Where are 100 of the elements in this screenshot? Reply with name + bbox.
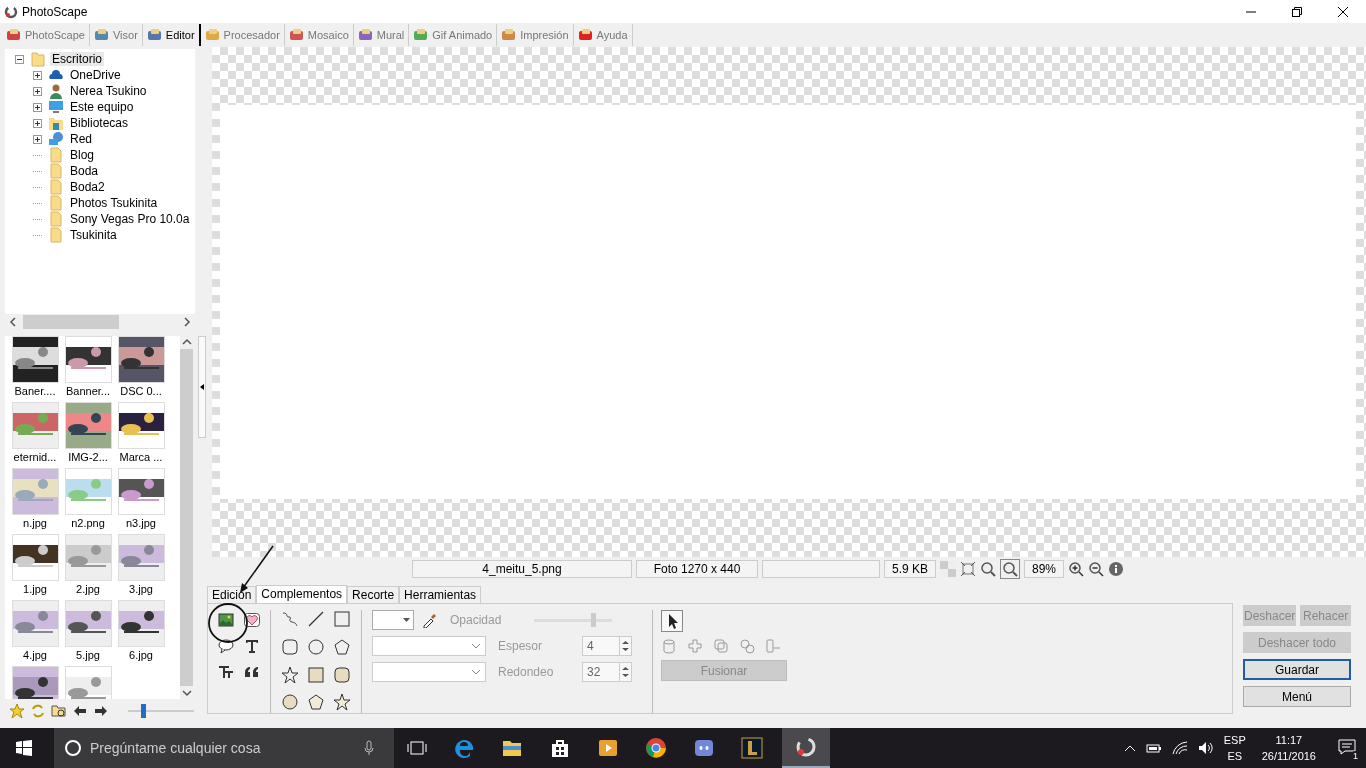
thumbnail[interactable] xyxy=(64,534,112,581)
zoom-fit-icon[interactable] xyxy=(1000,559,1020,579)
speaker-icon[interactable] xyxy=(1197,741,1214,755)
app-tab[interactable]: Ayuda xyxy=(573,24,633,46)
tree-item[interactable]: Escritorio xyxy=(50,52,104,66)
zoom-in-icon[interactable] xyxy=(1068,561,1084,577)
circle-icon[interactable] xyxy=(307,637,325,656)
app-tab[interactable]: Gif Animado xyxy=(409,24,498,46)
speech-bubble-icon[interactable] xyxy=(218,638,234,654)
task-view-icon[interactable] xyxy=(407,740,427,756)
taskbar-app-button[interactable] xyxy=(782,728,830,768)
thumbnail[interactable] xyxy=(117,534,165,581)
clock-date[interactable]: 26/11/2016 xyxy=(1261,748,1316,764)
star-icon[interactable] xyxy=(333,693,351,712)
filled-rectangle-icon[interactable] xyxy=(307,665,325,684)
expand-icon[interactable] xyxy=(33,86,42,96)
slider-thumb[interactable] xyxy=(141,704,147,718)
rectangle-icon[interactable] xyxy=(333,610,351,628)
app-tab[interactable]: Editor xyxy=(142,24,201,46)
pointer-icon[interactable] xyxy=(661,610,683,632)
action-button[interactable]: Guardar xyxy=(1243,659,1351,680)
microphone-icon[interactable] xyxy=(364,740,374,756)
tree-item[interactable]: Photos Tsukinita xyxy=(68,196,160,210)
search-icon[interactable] xyxy=(64,739,82,757)
maximize-icon[interactable] xyxy=(1291,5,1303,18)
tool-tab[interactable]: Complementos xyxy=(256,585,348,603)
windows-start-icon[interactable] xyxy=(16,740,32,756)
scroll-right-icon[interactable] xyxy=(183,316,191,327)
tree-item[interactable]: Este equipo xyxy=(68,100,136,114)
close-icon[interactable] xyxy=(1337,5,1349,18)
app-tab[interactable]: Mosaico xyxy=(284,24,354,46)
app-tab[interactable]: PhotoScape xyxy=(2,24,90,46)
thumbnail[interactable] xyxy=(117,468,165,515)
expand-icon[interactable] xyxy=(33,70,42,80)
scrollbar-thumb[interactable] xyxy=(23,314,119,329)
notification-icon[interactable] xyxy=(1338,739,1356,755)
expand-icon[interactable] xyxy=(33,134,42,144)
browser-icon[interactable] xyxy=(453,737,475,759)
tool-tab[interactable]: Edición xyxy=(207,586,257,603)
clock-time[interactable]: 11:17 xyxy=(1275,732,1303,748)
tree-item[interactable]: OneDrive xyxy=(68,68,123,82)
app-tab[interactable]: Procesador xyxy=(200,24,285,46)
freehand-icon[interactable] xyxy=(281,610,299,628)
quote-icon[interactable] xyxy=(244,664,260,680)
tree-item[interactable]: Bibliotecas xyxy=(68,116,131,130)
tree-item[interactable]: Blog xyxy=(68,148,97,162)
wifi-icon[interactable] xyxy=(1171,741,1188,755)
game-icon[interactable] xyxy=(741,737,763,759)
tree-item[interactable]: Tsukinita xyxy=(68,228,119,242)
app-tab[interactable]: Impresión xyxy=(497,24,574,46)
info-icon[interactable] xyxy=(1108,561,1124,577)
actual-size-icon[interactable] xyxy=(980,561,996,577)
thumbnail[interactable] xyxy=(117,600,165,647)
thumbnail[interactable] xyxy=(117,336,165,383)
battery-icon[interactable] xyxy=(1145,742,1162,754)
thumbnail[interactable] xyxy=(11,402,59,449)
eyedropper-icon[interactable] xyxy=(422,612,438,628)
zoom-out-icon[interactable] xyxy=(1088,561,1104,577)
action-button[interactable]: Menú xyxy=(1243,686,1351,707)
scroll-up-icon[interactable] xyxy=(181,338,192,346)
rounding-spinner[interactable]: 32 xyxy=(582,662,632,682)
filled-circle-icon[interactable] xyxy=(281,693,299,712)
rounded-rectangle-icon[interactable] xyxy=(281,637,299,656)
pentagon-icon[interactable] xyxy=(333,637,351,656)
thumbnail[interactable] xyxy=(64,666,112,699)
star-icon[interactable] xyxy=(9,703,25,719)
tree-item[interactable]: Boda xyxy=(68,164,101,178)
expand-icon[interactable] xyxy=(33,102,42,112)
forward-arrow-icon[interactable] xyxy=(93,703,109,719)
thumbnail[interactable] xyxy=(64,600,112,647)
opacity-slider[interactable] xyxy=(534,613,612,627)
folder-search-icon[interactable] xyxy=(51,703,67,719)
star-icon[interactable] xyxy=(281,665,299,684)
chat-app-icon[interactable] xyxy=(693,737,715,759)
search-field[interactable]: Pregúntame cualquier cosa xyxy=(88,739,358,757)
scroll-left-icon[interactable] xyxy=(9,316,17,327)
tree-item[interactable]: Nerea Tsukino xyxy=(68,84,149,98)
line-icon[interactable] xyxy=(307,610,325,628)
thumbnail[interactable] xyxy=(64,468,112,515)
thumbnail-size-slider[interactable] xyxy=(128,704,194,718)
tree-item[interactable]: Boda2 xyxy=(68,180,107,194)
expand-icon[interactable] xyxy=(33,118,42,128)
store-icon[interactable] xyxy=(549,737,571,759)
panel-collapse-handle[interactable] xyxy=(198,336,206,438)
keyboard-layout[interactable]: ES xyxy=(1227,748,1243,764)
filled-pentagon-icon[interactable] xyxy=(307,693,325,712)
text-icon[interactable] xyxy=(244,638,260,654)
app-tab[interactable]: Visor xyxy=(89,24,143,46)
collapse-icon[interactable] xyxy=(15,54,24,64)
taskbar-search-bar[interactable]: Pregúntame cualquier cosa xyxy=(54,728,394,768)
thumbnail[interactable] xyxy=(64,402,112,449)
thumbnail[interactable] xyxy=(11,666,59,699)
thumbnail[interactable] xyxy=(11,468,59,515)
filled-rounded-rectangle-icon[interactable] xyxy=(333,665,351,684)
chrome-icon[interactable] xyxy=(645,737,667,759)
slider-thumb[interactable] xyxy=(590,613,596,627)
media-player-icon[interactable] xyxy=(597,737,619,759)
tree-item[interactable]: Red xyxy=(68,132,94,146)
tree-item[interactable]: Sony Vegas Pro 10.0a xyxy=(68,212,192,226)
app-tab[interactable]: Mural xyxy=(353,24,410,46)
